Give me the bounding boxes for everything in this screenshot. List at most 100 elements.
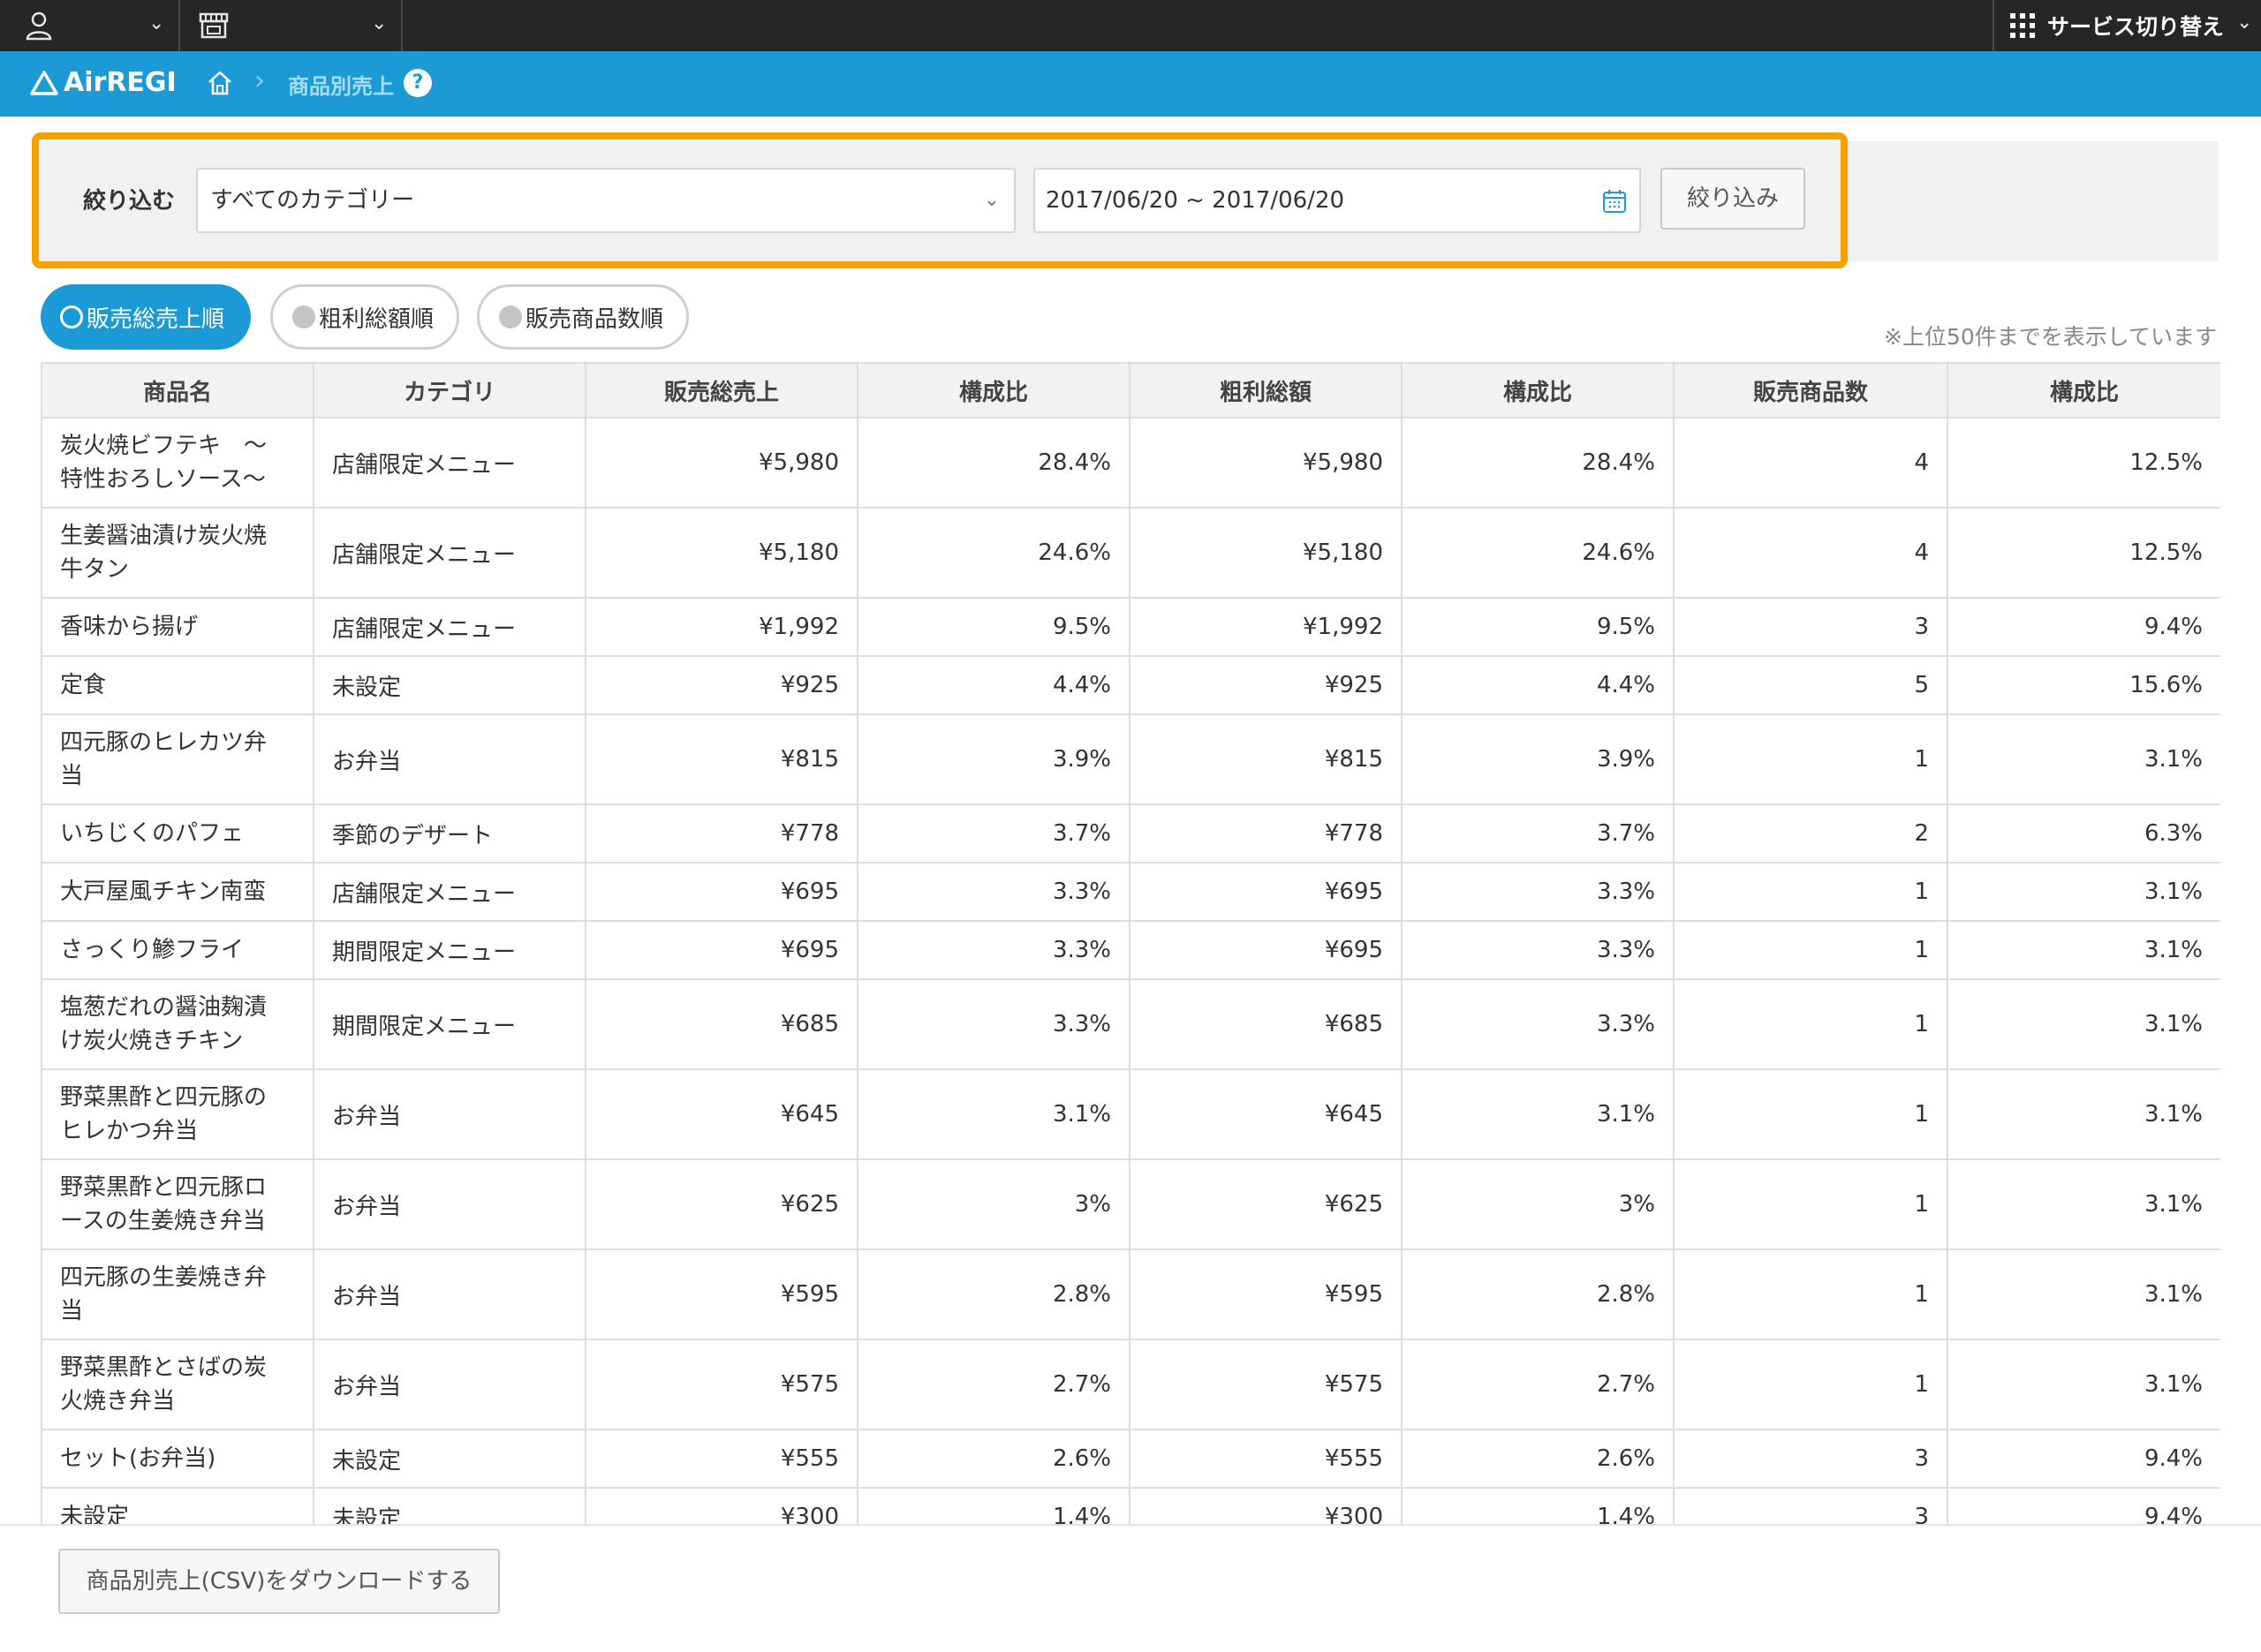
- table-row: セット(お弁当) 未設定 ¥555 2.6% ¥555 2.6% 3 9.4%: [41, 1429, 2220, 1489]
- sales-table: 商品名 カテゴリ 販売総売上 構成比 粗利総額 構成比 販売商品数 構成比 炭火…: [41, 362, 2220, 1535]
- sales-ratio-cell: 3.3%: [857, 920, 1130, 980]
- profit-ratio-cell: 28.4%: [1401, 417, 1675, 509]
- category-cell: お弁当: [313, 1158, 586, 1250]
- profit-cell: ¥1,992: [1129, 597, 1403, 657]
- profit-cell: ¥5,980: [1129, 417, 1403, 509]
- quantity-cell: 1: [1673, 1158, 1948, 1250]
- profit-cell: ¥625: [1129, 1158, 1403, 1250]
- product-name-cell: 炭火焼ビフテキ ～ 特性おろしソース～: [41, 417, 314, 509]
- table-body: 炭火焼ビフテキ ～特性おろしソース～ 店舗限定メニュー ¥5,980 28.4% ¥5,…: [41, 417, 2220, 1535]
- sales-ratio-cell: 3.3%: [857, 862, 1130, 922]
- profit-cell: ¥5,180: [1129, 507, 1403, 599]
- product-name-line: 香味から揚げ: [60, 614, 199, 640]
- table-row: 野菜黒酢と四元豚の ヒレかつ弁当 お弁当 ¥645 3.1% ¥645 3.1% 1 3.1%: [41, 1068, 2220, 1160]
- product-name-cell: 香味から揚げ: [41, 597, 314, 657]
- profit-ratio-cell: 3.3%: [1401, 978, 1675, 1070]
- radio-icon: [499, 306, 522, 328]
- category-cell: 期間限定メニュー: [313, 978, 586, 1070]
- product-name-line: 野菜黒酢とさばの炭: [60, 1354, 268, 1381]
- table-row: 香味から揚げ 店舗限定メニュー ¥1,992 9.5% ¥1,992 9.5% 3 9.4%: [41, 597, 2220, 657]
- product-name-line: ヒレかつ弁当: [60, 1118, 199, 1144]
- table-header-row: 商品名 カテゴリ 販売総売上 構成比 粗利総額 構成比 販売商品数 構成比: [41, 362, 2220, 419]
- product-name-line: 四元豚の生姜焼き弁: [60, 1264, 268, 1291]
- sales-cell: ¥815: [585, 713, 858, 805]
- divider: [401, 0, 403, 51]
- chevron-down-icon: ⌄: [983, 189, 1000, 211]
- product-name-cell: 野菜黒酢と四元豚の ヒレかつ弁当: [41, 1068, 314, 1160]
- filter-apply-button[interactable]: 絞り込み: [1660, 168, 1805, 230]
- category-cell: 未設定: [313, 1429, 586, 1489]
- profit-ratio-cell: 9.5%: [1401, 597, 1675, 657]
- chevron-down-icon[interactable]: ⌄: [371, 12, 387, 34]
- sort-label: 販売商品数順: [526, 306, 664, 333]
- product-name-line: 大戸屋風チキン南蛮: [60, 879, 267, 905]
- sales-ratio-cell: 3.9%: [857, 713, 1130, 805]
- table-row: 四元豚の生姜焼き弁当お弁当 ¥595 2.8% ¥595 2.8% 1 3.1%: [41, 1248, 2220, 1340]
- category-cell: 店舗限定メニュー: [313, 597, 586, 657]
- store-menu[interactable]: [198, 0, 230, 51]
- quantity-ratio-cell: 3.1%: [1947, 713, 2220, 805]
- logo-text: AirREGI: [64, 67, 177, 98]
- product-name-cell: 野菜黒酢と四元豚ロ ースの生姜焼き弁当: [41, 1158, 314, 1250]
- quantity-ratio-cell: 9.4%: [1947, 1429, 2220, 1489]
- product-name-cell: 定食: [41, 655, 314, 715]
- category-cell: 期間限定メニュー: [313, 920, 586, 980]
- product-name-line: 当: [60, 1298, 84, 1324]
- product-name-line: さっくり鯵フライ: [60, 937, 245, 963]
- sales-cell: ¥575: [585, 1339, 858, 1430]
- sales-table-container[interactable]: 商品名 カテゴリ 販売総売上 構成比 粗利総額 構成比 販売商品数 構成比 炭火…: [41, 362, 2220, 1535]
- quantity-cell: 3: [1673, 597, 1948, 657]
- category-cell: 未設定: [313, 655, 586, 715]
- profit-cell: ¥645: [1129, 1068, 1403, 1160]
- sort-by-profit-button[interactable]: 粗利総額順: [270, 284, 459, 350]
- product-name-cell: 生姜醤油漬け炭火焼 牛タン: [41, 507, 314, 599]
- profit-ratio-cell: 2.7%: [1401, 1339, 1675, 1430]
- sales-cell: ¥595: [585, 1248, 858, 1340]
- quantity-cell: 5: [1673, 655, 1948, 715]
- sales-ratio-cell: 3%: [857, 1158, 1130, 1250]
- sort-by-sales-button[interactable]: 販売総売上順: [41, 284, 251, 350]
- quantity-ratio-cell: 3.1%: [1947, 1158, 2220, 1250]
- quantity-cell: 1: [1673, 978, 1948, 1070]
- profit-ratio-cell: 4.4%: [1401, 655, 1675, 715]
- column-header: カテゴリ: [313, 362, 586, 419]
- app-header: AirREGI › 商品別売上 ?: [0, 51, 2261, 117]
- column-header: 構成比: [857, 362, 1130, 419]
- category-cell: 店舗限定メニュー: [313, 417, 586, 509]
- quantity-cell: 4: [1673, 417, 1948, 509]
- profit-cell: ¥685: [1129, 978, 1403, 1070]
- quantity-cell: 1: [1673, 713, 1948, 805]
- chevron-down-icon[interactable]: ⌄: [148, 12, 164, 34]
- sales-ratio-cell: 2.6%: [857, 1429, 1130, 1489]
- home-icon[interactable]: [206, 69, 234, 97]
- profit-cell: ¥815: [1129, 713, 1403, 805]
- date-range-value: 2017/06/20 ~ 2017/06/20: [1046, 187, 1345, 214]
- quantity-ratio-cell: 3.1%: [1947, 1068, 2220, 1160]
- profit-ratio-cell: 3.7%: [1401, 803, 1675, 864]
- airregi-logo[interactable]: AirREGI: [30, 67, 177, 98]
- product-name-line: 野菜黒酢と四元豚の: [60, 1084, 268, 1111]
- product-name-cell: さっくり鯵フライ: [41, 920, 314, 980]
- product-name-cell: 塩葱だれの醤油麹漬 け炭火焼きチキン: [41, 978, 314, 1070]
- profit-ratio-cell: 3%: [1401, 1158, 1675, 1250]
- category-cell: 季節のデザート: [313, 803, 586, 864]
- quantity-ratio-cell: 6.3%: [1947, 803, 2220, 864]
- help-icon[interactable]: ?: [404, 69, 432, 97]
- date-range-field[interactable]: 2017/06/20 ~ 2017/06/20: [1033, 168, 1641, 233]
- radio-icon: [60, 306, 83, 328]
- profit-ratio-cell: 3.3%: [1401, 862, 1675, 922]
- calendar-icon[interactable]: [1602, 189, 1627, 214]
- sales-cell: ¥778: [585, 803, 858, 864]
- csv-download-button[interactable]: 商品別売上(CSV)をダウンロードする: [58, 1549, 500, 1614]
- account-menu[interactable]: [25, 0, 53, 51]
- table-row: 炭火焼ビフテキ ～特性おろしソース～ 店舗限定メニュー ¥5,980 28.4% ¥5,…: [41, 417, 2220, 509]
- table-row: 塩葱だれの醤油麹漬 け炭火焼きチキン 期間限定メニュー ¥685 3.3% ¥685 3.3…: [41, 978, 2220, 1070]
- service-switch-button[interactable]: サービス切り替え ⌄: [2008, 0, 2252, 51]
- column-header: 粗利総額: [1129, 362, 1403, 419]
- sort-by-quantity-button[interactable]: 販売商品数順: [477, 284, 689, 350]
- profit-cell: ¥575: [1129, 1339, 1403, 1430]
- sort-label: 販売総売上順: [87, 306, 225, 333]
- divider: [178, 0, 180, 51]
- category-cell: お弁当: [313, 1248, 586, 1340]
- category-select[interactable]: すべてのカテゴリー ⌄: [196, 168, 1016, 233]
